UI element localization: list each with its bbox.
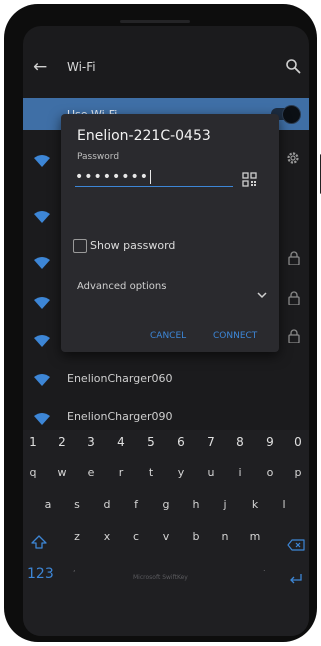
chevron-down-icon[interactable]: [257, 284, 267, 303]
lock-icon: [288, 328, 300, 347]
key[interactable]: g: [156, 498, 176, 511]
key[interactable]: h: [186, 498, 206, 511]
top-bar: ← Wi-Fi: [23, 54, 309, 84]
key[interactable]: f: [126, 498, 146, 511]
key[interactable]: l: [274, 498, 294, 511]
on-screen-keyboard: 1 2 3 4 5 6 7 8 9 0 q w e r t y u i o p …: [23, 430, 309, 636]
space-bar[interactable]: Microsoft SwiftKey: [133, 574, 188, 581]
period-key-icon[interactable]: .: [263, 564, 266, 573]
key[interactable]: 7: [201, 435, 221, 449]
key[interactable]: 0: [288, 435, 308, 449]
wifi-signal-icon: [34, 371, 50, 386]
speaker-grille: [120, 20, 190, 23]
gear-icon[interactable]: [285, 150, 301, 170]
key[interactable]: a: [38, 498, 58, 511]
text-caret: [150, 170, 152, 184]
network-name[interactable]: EnelionCharger060: [67, 372, 173, 385]
screen: ← Wi-Fi Use Wi-Fi: [23, 26, 309, 636]
wifi-password-dialog: Enelion-221C-0453 Password •••••••• Show…: [61, 114, 279, 352]
enter-key-icon[interactable]: [289, 570, 303, 589]
connect-button[interactable]: CONNECT: [213, 331, 257, 341]
keyboard-row-2: a s d f g h j k l: [23, 498, 309, 520]
password-value: ••••••••: [75, 169, 150, 185]
show-password-checkbox[interactable]: [73, 239, 87, 253]
shift-key-icon[interactable]: [31, 534, 47, 553]
wifi-signal-icon: [34, 208, 50, 223]
key[interactable]: q: [23, 466, 43, 479]
key[interactable]: 5: [141, 435, 161, 449]
wifi-signal-icon: [34, 152, 50, 167]
key[interactable]: y: [171, 466, 191, 479]
key[interactable]: 9: [260, 435, 280, 449]
key[interactable]: r: [111, 466, 131, 479]
page-title: Wi-Fi: [67, 60, 96, 74]
key[interactable]: w: [52, 466, 72, 479]
network-name[interactable]: EnelionCharger090: [67, 410, 173, 423]
key[interactable]: m: [245, 530, 265, 543]
key[interactable]: 2: [52, 435, 72, 449]
keyboard-row-1: q w e r t y u i o p: [23, 466, 309, 488]
key[interactable]: o: [260, 466, 280, 479]
numbers-mode-key[interactable]: 123: [27, 566, 54, 582]
wifi-signal-icon: [34, 254, 50, 269]
key[interactable]: 1: [23, 435, 43, 449]
advanced-options-toggle[interactable]: Advanced options: [77, 281, 166, 292]
key[interactable]: d: [97, 498, 117, 511]
key[interactable]: 8: [230, 435, 250, 449]
key[interactable]: 3: [81, 435, 101, 449]
wifi-signal-icon: [34, 332, 50, 347]
back-arrow-icon[interactable]: ←: [33, 57, 47, 77]
keyboard-row-3: z x c v b n m: [23, 530, 309, 552]
search-icon[interactable]: [285, 58, 301, 78]
key[interactable]: i: [230, 466, 250, 479]
key[interactable]: x: [97, 530, 117, 543]
key[interactable]: 6: [171, 435, 191, 449]
key[interactable]: e: [81, 466, 101, 479]
key[interactable]: 4: [111, 435, 131, 449]
qr-code-icon[interactable]: [242, 172, 257, 191]
show-password-label: Show password: [90, 239, 176, 252]
keyboard-number-row: 1 2 3 4 5 6 7 8 9 0: [23, 435, 309, 457]
key[interactable]: c: [126, 530, 146, 543]
key[interactable]: p: [288, 466, 308, 479]
wifi-signal-icon: [34, 410, 50, 425]
key[interactable]: k: [245, 498, 265, 511]
lock-icon: [288, 290, 300, 309]
dialog-title: Enelion-221C-0453: [77, 128, 211, 144]
password-label: Password: [77, 152, 120, 162]
phone-frame: ← Wi-Fi Use Wi-Fi: [4, 4, 321, 642]
key[interactable]: z: [67, 530, 87, 543]
wifi-signal-icon: [34, 294, 50, 309]
backspace-key-icon[interactable]: [287, 536, 305, 555]
lock-icon: [288, 250, 300, 269]
key[interactable]: j: [215, 498, 235, 511]
comma-key-icon[interactable]: ,: [73, 564, 76, 573]
cancel-button[interactable]: CANCEL: [150, 331, 186, 341]
key[interactable]: b: [186, 530, 206, 543]
key[interactable]: u: [201, 466, 221, 479]
key[interactable]: v: [156, 530, 176, 543]
key[interactable]: n: [215, 530, 235, 543]
key[interactable]: t: [141, 466, 161, 479]
key[interactable]: s: [67, 498, 87, 511]
toggle-knob: [282, 105, 301, 124]
password-input[interactable]: ••••••••: [75, 170, 233, 187]
